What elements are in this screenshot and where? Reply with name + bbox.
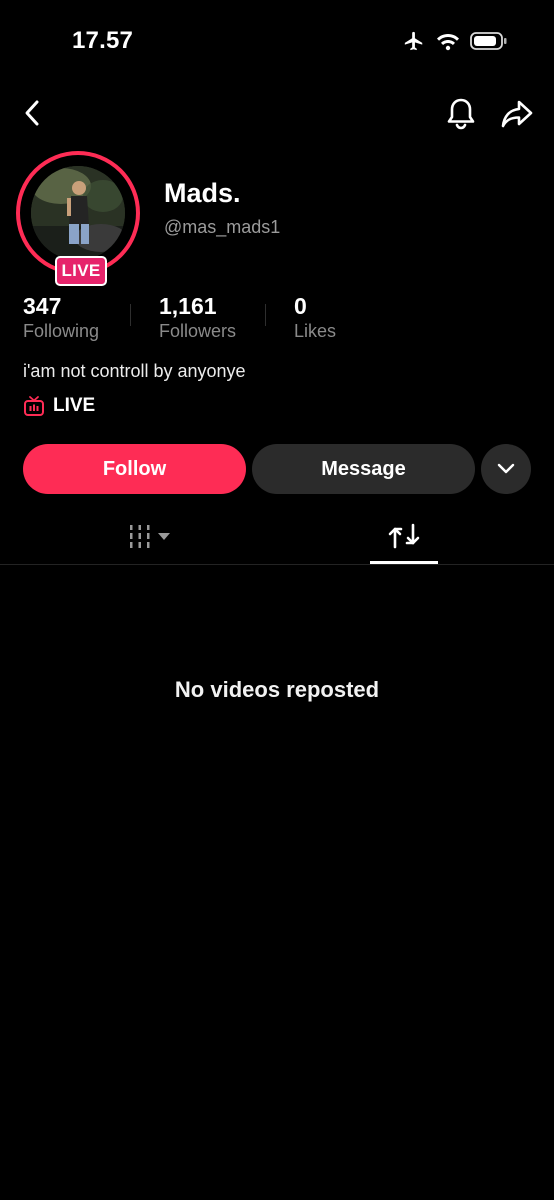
battery-icon [470,31,508,56]
share-arrow-icon [501,100,533,128]
stat-followers-label: Followers [159,321,237,341]
live-badge: LIVE [55,256,107,286]
message-button[interactable]: Message [252,444,475,494]
chevron-down-icon [497,463,515,474]
profile-handle: @mas_mads1 [164,217,281,237]
caret-down-icon [158,533,170,540]
status-time: 17.57 [72,27,134,54]
profile-name: Mads. [164,178,241,208]
stat-likes-value: 0 [294,293,307,319]
stat-following-label: Following [23,321,100,341]
tabs-divider [0,564,554,565]
status-icons [402,30,508,57]
empty-state-text: No videos reposted [174,677,380,702]
tab-reposts[interactable] [387,519,421,558]
wifi-icon [436,31,460,56]
share-button[interactable] [497,95,537,133]
stat-likes-label: Likes [294,321,337,341]
stat-divider [265,304,266,326]
stat-followers[interactable]: 1,161 Followers [159,292,236,342]
stat-following[interactable]: 347 Following [23,292,99,342]
stat-divider [130,304,131,326]
notification-button[interactable] [442,95,480,133]
profile-avatar[interactable]: LIVE [10,145,154,286]
tab-videos[interactable] [128,524,170,550]
stat-followers-value: 1,161 [159,293,217,319]
tv-live-icon [24,396,44,416]
follow-button[interactable]: Follow [23,444,246,494]
more-options-button[interactable] [481,444,531,494]
back-button[interactable] [14,95,50,131]
live-link-label: LIVE [53,395,96,416]
avatar [31,166,125,260]
profile-bio: i'am not controll by anyonye [23,361,246,381]
bell-icon [447,98,475,130]
stat-likes[interactable]: 0 Likes [294,292,336,342]
repost-icon [388,523,420,549]
live-link[interactable]: LIVE [23,395,95,417]
stat-following-value: 347 [23,293,62,319]
grid-columns-icon [130,525,150,548]
airplane-icon [402,30,426,57]
back-chevron-icon [25,100,39,126]
